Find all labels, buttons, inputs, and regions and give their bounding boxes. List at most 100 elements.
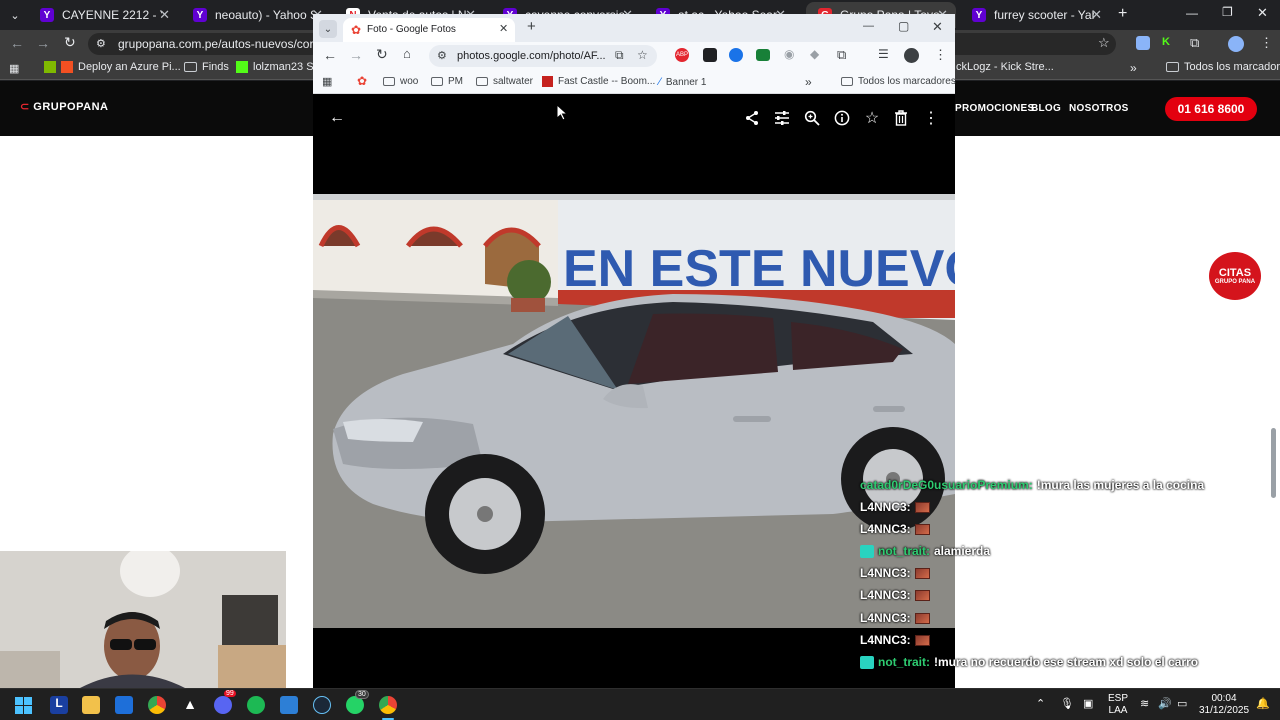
popup-tab[interactable]: ✿ Foto - Google Fotos ✕ bbox=[343, 18, 515, 42]
close-tab-icon[interactable]: ✕ bbox=[1091, 7, 1102, 23]
browser-tab[interactable]: Yfurrey scooter - Yahoo S✕ bbox=[960, 2, 1110, 28]
site-info-icon[interactable]: ⚙ bbox=[96, 37, 106, 50]
extensions-puzzle-icon[interactable]: ⧉ bbox=[1190, 35, 1199, 51]
zoom-icon[interactable] bbox=[801, 107, 823, 129]
close-window-button[interactable]: ✕ bbox=[1257, 5, 1268, 21]
extension-icon[interactable] bbox=[756, 49, 770, 61]
notifications-icon[interactable]: 🔔 bbox=[1256, 697, 1270, 710]
forward-button[interactable]: → bbox=[36, 35, 50, 51]
trash-icon[interactable] bbox=[890, 107, 912, 129]
menu-icon[interactable]: ⋮ bbox=[1260, 35, 1273, 51]
popup-new-tab-button[interactable]: + bbox=[527, 18, 536, 35]
reload-button[interactable]: ↻ bbox=[64, 34, 76, 51]
app-l-icon[interactable]: L bbox=[50, 696, 68, 714]
photo-back-arrow-icon[interactable]: ← bbox=[326, 107, 348, 129]
popup-address-bar[interactable]: ⚙ photos.google.com/photo/AF... ⧉ ☆ bbox=[429, 45, 657, 67]
tab-favicon-icon: Y bbox=[193, 8, 207, 22]
reading-list-icon[interactable]: ☰ bbox=[878, 47, 889, 61]
bookmark-item[interactable]: Todos los marcadores bbox=[1166, 61, 1280, 73]
steam-icon[interactable] bbox=[313, 696, 331, 714]
popup-back-button[interactable]: ← bbox=[323, 47, 337, 63]
browser-tab[interactable]: Yneoauto) - Yahoo Search✕ bbox=[181, 2, 331, 28]
google-photos-bookmark-icon[interactable]: ✿ bbox=[357, 74, 367, 88]
bookmark-item[interactable]: PM bbox=[431, 76, 463, 87]
popup-reload-button[interactable]: ↻ bbox=[376, 46, 388, 63]
profile-avatar[interactable] bbox=[1228, 36, 1244, 52]
nav-link-nosotros[interactable]: NOSOTROS bbox=[1069, 103, 1129, 114]
page-scrollbar-thumb[interactable] bbox=[1271, 428, 1276, 498]
tray-chevron-icon[interactable]: ⌃ bbox=[1036, 697, 1045, 710]
bookmark-item[interactable]: saltwater bbox=[476, 76, 533, 87]
popup-minimize-button[interactable]: — bbox=[863, 20, 874, 32]
windows-start-icon[interactable] bbox=[15, 697, 32, 714]
profile-avatar[interactable] bbox=[904, 48, 919, 63]
bookmark-item[interactable]: Deploy an Azure Pi... bbox=[44, 61, 181, 73]
apps-grid-icon[interactable]: ▦ bbox=[322, 75, 332, 88]
edit-icon[interactable] bbox=[771, 107, 793, 129]
extension-icon[interactable] bbox=[1136, 36, 1150, 50]
popup-forward-button[interactable]: → bbox=[349, 47, 363, 63]
phone-button[interactable]: 01 616 8600 bbox=[1165, 97, 1257, 121]
adblock-icon[interactable]: ABP bbox=[675, 48, 689, 62]
extension-icon[interactable] bbox=[729, 48, 743, 62]
popup-tab-search-button[interactable]: ⌄ bbox=[319, 20, 337, 38]
close-tab-icon[interactable]: ✕ bbox=[499, 22, 508, 35]
extension-icon[interactable] bbox=[703, 48, 717, 62]
popup-home-icon[interactable]: ⌂ bbox=[403, 46, 411, 61]
popup-menu-icon[interactable]: ⋮ bbox=[934, 47, 947, 63]
apps-grid-icon[interactable]: ▦ bbox=[9, 62, 19, 75]
wifi-icon[interactable]: ≋ bbox=[1140, 697, 1149, 710]
tab-search-button[interactable]: ⌄ bbox=[6, 6, 24, 24]
back-button[interactable]: ← bbox=[10, 35, 24, 51]
file-explorer-icon[interactable] bbox=[82, 696, 100, 714]
popup-restore-button[interactable]: ▢ bbox=[898, 19, 909, 33]
spotify-icon[interactable] bbox=[247, 696, 265, 714]
photos-app-icon[interactable] bbox=[280, 696, 298, 714]
battery-icon[interactable]: ▭ bbox=[1177, 697, 1187, 710]
mouse-cursor-icon bbox=[557, 105, 569, 121]
bookmark-item[interactable]: ⁄ Banner 1 bbox=[659, 76, 706, 88]
close-tab-icon[interactable]: ✕ bbox=[159, 7, 170, 23]
browser-tab[interactable]: Y CAYENNE 2212 - Yahoo S✕ bbox=[28, 2, 178, 28]
site-logo[interactable]: ⊂ GRUPOPANA bbox=[20, 100, 108, 113]
volume-icon[interactable]: 🔊 bbox=[1158, 697, 1172, 710]
restore-button[interactable]: ❐ bbox=[1222, 5, 1233, 19]
bookmark-item[interactable]: Finds bbox=[184, 61, 229, 73]
kick-extension-icon[interactable]: K bbox=[1162, 36, 1170, 48]
mail-icon[interactable] bbox=[115, 696, 133, 714]
tray-app-icon[interactable]: ▣ bbox=[1083, 697, 1093, 710]
more-icon[interactable]: ⋮ bbox=[920, 107, 942, 129]
install-app-icon[interactable]: ⧉ bbox=[615, 48, 624, 63]
microphone-icon[interactable]: 🎙 bbox=[1060, 697, 1074, 710]
new-tab-button[interactable]: + bbox=[1118, 5, 1127, 23]
unity-icon[interactable]: ▲ bbox=[181, 696, 199, 714]
star-icon[interactable]: ☆ bbox=[861, 107, 883, 129]
extensions-puzzle-icon[interactable]: ⧉ bbox=[837, 47, 846, 63]
bookmark-item[interactable]: Fast Castle -- Boom... bbox=[542, 76, 655, 87]
share-icon[interactable] bbox=[741, 107, 763, 129]
language-indicator[interactable]: ESP LAA bbox=[1108, 693, 1128, 717]
bookmark-star-icon[interactable]: ☆ bbox=[1098, 35, 1110, 51]
site-info-icon[interactable]: ⚙ bbox=[437, 49, 447, 62]
popup-close-button[interactable]: ✕ bbox=[932, 19, 943, 35]
bookmark-item[interactable]: ckLogz - Kick Stre... bbox=[956, 61, 1054, 73]
bookmarks-overflow-icon[interactable]: » bbox=[1130, 61, 1137, 75]
discord-icon[interactable]: 99 bbox=[214, 690, 236, 714]
chat-emote-icon bbox=[914, 612, 930, 624]
bookmark-item[interactable]: Todos los marcadores bbox=[841, 76, 956, 87]
minimize-button[interactable]: — bbox=[1186, 6, 1198, 20]
bookmark-item[interactable]: woo bbox=[383, 76, 418, 87]
chrome-active-icon[interactable] bbox=[379, 696, 397, 714]
camera-extension-icon[interactable]: ◉ bbox=[784, 47, 794, 61]
clock-date: 31/12/2025 bbox=[1198, 705, 1250, 716]
citas-button[interactable]: CITAS GRUPO PANA bbox=[1209, 252, 1261, 300]
chrome-icon[interactable] bbox=[148, 696, 166, 714]
whatsapp-icon[interactable]: 30 bbox=[346, 690, 369, 714]
nav-link-promociones[interactable]: PROMOCIONES bbox=[955, 103, 1034, 114]
clock[interactable]: 00:04 31/12/2025 bbox=[1198, 693, 1250, 717]
extension-icon[interactable]: ◆ bbox=[810, 47, 819, 61]
info-icon[interactable] bbox=[831, 107, 853, 129]
bookmarks-overflow-icon[interactable]: » bbox=[805, 75, 812, 89]
nav-link-blog[interactable]: BLOG bbox=[1031, 103, 1061, 114]
bookmark-star-icon[interactable]: ☆ bbox=[637, 48, 648, 62]
